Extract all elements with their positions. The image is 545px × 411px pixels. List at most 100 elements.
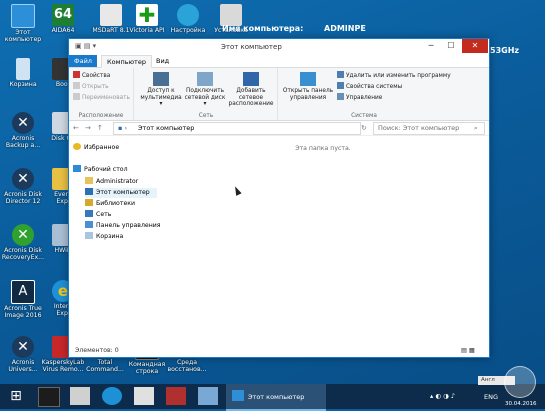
address-row: ← → ↑ ▪ › Этот компьютер ↻ Поиск: Этот к…: [69, 121, 489, 136]
taskbar-tool-icon[interactable]: [166, 387, 186, 405]
minimize-button[interactable]: ─: [421, 39, 441, 53]
ribbon-group-network: Доступ к мультимедиа ▾ Подключить сетево…: [135, 68, 278, 120]
desktop-icon-settings[interactable]: Настройка: [165, 4, 211, 34]
computer-small-icon: ▪ ›: [118, 124, 128, 132]
window-title: Этот компьютер: [221, 43, 282, 51]
computer-icon: [11, 4, 35, 28]
taskbar-network-icon[interactable]: [198, 387, 218, 405]
item-count: Элементов: 0: [75, 347, 119, 354]
status-bar: Элементов: 0 ▤ ▦: [69, 345, 489, 357]
properties-command[interactable]: Свойства: [73, 71, 110, 80]
taskbar-app-icon[interactable]: [134, 387, 154, 405]
tab-view[interactable]: Вид: [151, 55, 174, 67]
tab-computer[interactable]: Компьютер: [101, 55, 152, 68]
media-access-command[interactable]: Доступ к мультимедиа ▾: [139, 72, 183, 108]
clock-overlay-icon: [504, 366, 536, 398]
nav-desktop[interactable]: Рабочий стол: [73, 165, 128, 175]
search-icon: ⌕: [474, 124, 478, 132]
msdart-icon: [100, 4, 122, 26]
libraries-icon: [85, 199, 93, 206]
uninstall-program-command[interactable]: Удалить или изменить программу: [337, 71, 451, 80]
system-properties-command[interactable]: Свойства системы: [337, 82, 402, 91]
user-folder-icon: [85, 177, 93, 184]
rename-command[interactable]: Переименовать: [73, 93, 130, 102]
computer-icon: [85, 188, 93, 195]
control-panel-icon: [300, 72, 316, 86]
star-icon: [73, 143, 81, 150]
tab-file[interactable]: Файл: [69, 55, 97, 67]
green-cross-icon: ✚: [136, 4, 158, 26]
nav-recycle-bin[interactable]: Корзина: [85, 232, 123, 242]
open-control-panel-command[interactable]: Открыть панель управления: [281, 72, 335, 101]
system-properties-icon: [337, 82, 344, 89]
ribbon-group-system: Открыть панель управления Удалить или из…: [279, 68, 451, 120]
open-command[interactable]: Открыть: [73, 82, 109, 91]
group-label-network: Сеть: [198, 113, 214, 119]
taskbar-cmd-icon[interactable]: [38, 387, 60, 407]
navigation-pane: Избранное Рабочий стол Administrator Это…: [71, 137, 161, 337]
forward-arrow-icon[interactable]: →: [85, 124, 91, 132]
nav-administrator[interactable]: Administrator: [85, 177, 138, 187]
nav-this-pc[interactable]: Этот компьютер: [85, 188, 157, 198]
title-bar[interactable]: ▣ ▤ ▾ Этот компьютер ─ ☐ ✕: [69, 39, 489, 55]
maximize-button[interactable]: ☐: [441, 39, 461, 53]
sysinfo-computer-name: ADMINPE: [324, 24, 366, 33]
explorer-window[interactable]: ▣ ▤ ▾ Этот компьютер ─ ☐ ✕ Файл Компьюте…: [68, 38, 490, 358]
acronis-icon: ✕: [12, 336, 34, 358]
sysinfo-computer-label: Имя компьютера:: [222, 24, 304, 33]
quick-access-icons[interactable]: ▣ ▤ ▾: [75, 42, 96, 50]
desktop-icon-victoria[interactable]: ✚ Victoria API: [124, 4, 170, 34]
close-button[interactable]: ✕: [462, 39, 488, 53]
open-icon: [73, 82, 80, 89]
setup-icon: [220, 4, 242, 26]
network-icon: [85, 210, 93, 217]
nav-control-panel[interactable]: Панель управления: [85, 221, 161, 231]
ribbon: Свойства Открыть Переименовать Расположе…: [69, 68, 489, 121]
ribbon-tabs: Файл Компьютер Вид: [69, 55, 489, 68]
acronis-true-image-icon: A: [11, 280, 35, 304]
aida64-icon: 64: [52, 4, 74, 26]
group-label-system: Система: [351, 113, 377, 119]
nav-favorites[interactable]: Избранное: [73, 143, 119, 153]
manage-command[interactable]: Управление: [337, 93, 382, 102]
acronis-recovery-icon: ✕: [12, 224, 34, 246]
view-toggle-icons[interactable]: ▤ ▦: [461, 347, 475, 354]
network-drive-icon: [197, 72, 213, 86]
tray-date[interactable]: 30.04.2016: [505, 401, 537, 407]
taskbar-window-this-pc[interactable]: Этот компьютер: [226, 384, 326, 411]
address-text: Этот компьютер: [138, 124, 195, 132]
rename-icon: [73, 93, 80, 100]
group-label-location: Расположение: [78, 113, 124, 119]
nav-network[interactable]: Сеть: [85, 210, 111, 220]
ribbon-group-location: Свойства Открыть Переименовать Расположе…: [69, 68, 134, 120]
programs-icon: [337, 71, 344, 78]
language-indicator[interactable]: ENG: [484, 393, 498, 401]
manage-icon: [337, 93, 344, 100]
recycle-bin-icon: [16, 58, 30, 80]
tray-icons[interactable]: ▴ ◐ ◑ ♪: [430, 392, 455, 400]
recycle-bin-icon: [85, 232, 93, 239]
up-arrow-icon[interactable]: ↑: [97, 124, 103, 132]
refresh-icon[interactable]: ↻: [361, 124, 367, 132]
sysinfo-cpu: 53GHz: [490, 46, 520, 55]
nav-libraries[interactable]: Библиотеки: [85, 199, 135, 209]
network-location-icon: [243, 72, 259, 86]
address-bar[interactable]: ▪ › Этот компьютер: [113, 122, 361, 135]
taskbar: ⊞ Этот компьютер ▴ ◐ ◑ ♪ ENG 30.04.2016: [0, 384, 545, 411]
desktop-icon: [73, 165, 81, 172]
media-icon: [153, 72, 169, 86]
add-network-location-command[interactable]: Добавить сетевое расположение: [225, 72, 277, 108]
network-settings-icon: [177, 4, 199, 26]
back-arrow-icon[interactable]: ←: [73, 124, 79, 132]
acronis-icon: ✕: [12, 112, 34, 134]
computer-icon: [232, 390, 244, 401]
desktop-icon-aida64[interactable]: 64 AIDA64: [40, 4, 86, 34]
search-input[interactable]: Поиск: Этот компьютер ⌕: [373, 122, 485, 135]
taskbar-explorer-icon[interactable]: [70, 387, 90, 405]
content-pane[interactable]: Эта папка пуста.: [157, 137, 489, 337]
control-panel-icon: [85, 221, 93, 228]
start-button[interactable]: ⊞: [6, 387, 26, 405]
map-network-drive-command[interactable]: Подключить сетевой диск ▾: [183, 72, 227, 108]
empty-folder-message: Эта папка пуста.: [295, 145, 351, 152]
taskbar-ie-icon[interactable]: [102, 387, 122, 405]
